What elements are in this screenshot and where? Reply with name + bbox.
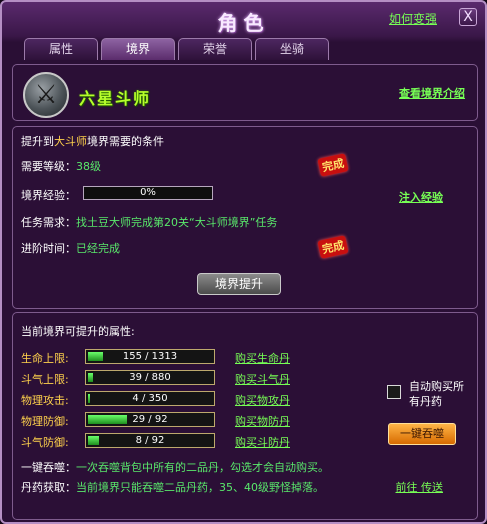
tab-honor[interactable]: 荣誉 — [178, 38, 252, 60]
task-label: 任务需求： — [21, 216, 76, 229]
view-realm-intro-link[interactable]: 查看境界介绍 — [399, 85, 465, 101]
level-value: 38级 — [76, 160, 101, 173]
attr-bar: 4 / 350 — [85, 391, 215, 406]
tab-mount[interactable]: 坐骑 — [255, 38, 329, 60]
buy-defense-pill-link[interactable]: 购买物防丹 — [235, 413, 290, 429]
buy-hp-pill-link[interactable]: 购买生命丹 — [235, 350, 290, 366]
attr-value: 155 / 1313 — [122, 351, 178, 362]
realm-upgrade-button[interactable]: 境界提升 — [197, 273, 281, 295]
task-requirement-row: 任务需求：找土豆大师完成第20关“大斗师境界”任务 — [21, 214, 277, 230]
swallow-description: 一键吞噬：一次吞噬背包中所有的二品丹，勾选才会自动购买。 — [21, 459, 329, 475]
auto-buy-label: 自动购买所有丹药 — [409, 380, 464, 408]
exp-label: 境界经验： — [21, 189, 76, 202]
desc2-text: 当前境界只能吞噬二品丹药，35、40级野怪掉落。 — [76, 481, 324, 494]
header-suffix: 境界需要的条件 — [87, 135, 164, 148]
attr-bar: 29 / 92 — [85, 412, 215, 427]
attr-label: 物理攻击: — [21, 394, 69, 407]
attributes-panel: 当前境界可提升的属性: 生命上限: 155 / 1313 购买生命丹 斗气上限:… — [12, 312, 478, 520]
advance-time-row: 进阶时间：已经完成 — [21, 240, 120, 256]
one-click-swallow-button[interactable]: 一键吞噬 — [388, 423, 456, 445]
header-prefix: 提升到 — [21, 135, 54, 148]
close-button[interactable]: X — [459, 8, 477, 26]
attr-bar: 155 / 1313 — [85, 349, 215, 364]
goto-teleport-link[interactable]: 前往 传送 — [396, 479, 444, 495]
realm-panel: ⚔ 六星斗师 查看境界介绍 — [12, 64, 478, 121]
title-bar: 角色 如何变强 X — [2, 2, 485, 36]
tab-bar: 属性 境界 荣誉 坐骑 — [24, 38, 329, 60]
realm-exp-text: 0% — [140, 187, 156, 198]
attr-label: 物理防御: — [21, 415, 69, 428]
time-complete-stamp: 完成 — [317, 235, 349, 259]
how-to-get-stronger-link[interactable]: 如何变强 — [389, 10, 437, 27]
level-requirement-row: 需要等级：38级 — [21, 158, 101, 174]
time-value: 已经完成 — [76, 242, 120, 255]
auto-buy-checkbox[interactable] — [387, 385, 401, 399]
realm-exp-bar: 0% — [83, 186, 213, 200]
attr-bar: 8 / 92 — [85, 433, 215, 448]
attr-value: 4 / 350 — [132, 393, 168, 404]
time-label: 进阶时间： — [21, 242, 76, 255]
desc1-label: 一键吞噬： — [21, 461, 76, 474]
attributes-title: 当前境界可提升的属性: — [21, 325, 135, 338]
buy-qi-defense-pill-link[interactable]: 购买斗防丹 — [235, 434, 290, 450]
attr-bar: 39 / 880 — [85, 370, 215, 385]
tab-attributes[interactable]: 属性 — [24, 38, 98, 60]
task-value: 找土豆大师完成第20关“大斗师境界”任务 — [76, 216, 278, 229]
attr-label: 生命上限: — [21, 352, 69, 365]
attr-value: 39 / 880 — [129, 372, 171, 383]
realm-emblem-icon: ⚔ — [23, 72, 69, 118]
attr-value: 29 / 92 — [132, 414, 168, 425]
attr-label: 斗气上限: — [21, 373, 69, 386]
pill-source-description: 丹药获取：当前境界只能吞噬二品丹药，35、40级野怪掉落。 — [21, 479, 324, 495]
buy-attack-pill-link[interactable]: 购买物攻丹 — [235, 392, 290, 408]
tab-realm[interactable]: 境界 — [101, 38, 175, 60]
attr-label: 斗气防御: — [21, 436, 69, 449]
level-complete-stamp: 完成 — [317, 153, 349, 177]
attr-value: 8 / 92 — [135, 435, 165, 446]
level-label: 需要等级： — [21, 160, 76, 173]
desc2-label: 丹药获取： — [21, 481, 76, 494]
inject-exp-link[interactable]: 注入经验 — [399, 189, 443, 205]
header-target-realm: 大斗师 — [54, 135, 87, 148]
character-window: 角色 如何变强 X 属性 境界 荣誉 坐骑 ⚔ 六星斗师 查看境界介绍 提升到大… — [0, 0, 487, 524]
realm-name: 六星斗师 — [79, 89, 152, 108]
conditions-panel: 提升到大斗师境界需要的条件 需要等级：38级 完成 境界经验： 0% 注入经验 … — [12, 126, 478, 309]
conditions-header: 提升到大斗师境界需要的条件 — [21, 133, 164, 149]
desc1-text: 一次吞噬背包中所有的二品丹，勾选才会自动购买。 — [76, 461, 329, 474]
buy-qi-pill-link[interactable]: 购买斗气丹 — [235, 371, 290, 387]
